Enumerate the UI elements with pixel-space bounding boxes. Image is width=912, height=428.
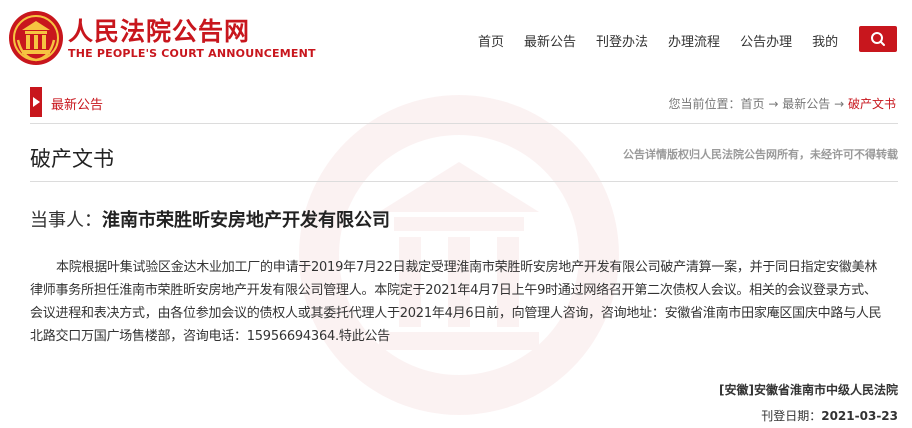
party-name: 淮南市荣胜昕安房地产开发有限公司 bbox=[102, 210, 390, 231]
party-line: 当事人：淮南市荣胜昕安房地产开发有限公司 bbox=[30, 206, 390, 232]
publish-date-label: 刊登日期： bbox=[761, 409, 822, 423]
divider bbox=[30, 123, 898, 124]
publish-date-value: 2021-03-23 bbox=[821, 409, 898, 423]
brand-name-cn[interactable]: 人民法院公告网 bbox=[68, 12, 250, 48]
breadcrumb: 您当前位置：首页 → 最新公告 → 破产文书 bbox=[669, 95, 897, 112]
nav-item-home[interactable]: 首页 bbox=[478, 31, 504, 50]
site-header: 人民法院公告网 THE PEOPLE'S COURT ANNOUNCEMENT … bbox=[0, 0, 912, 78]
breadcrumb-bar: 最新公告 您当前位置：首页 → 最新公告 → 破产文书 bbox=[30, 86, 896, 120]
breadcrumb-latest[interactable]: 最新公告 bbox=[782, 97, 830, 111]
nav-item-apply[interactable]: 公告办理 bbox=[740, 31, 792, 50]
nav-item-mine[interactable]: 我的 bbox=[812, 31, 838, 50]
search-icon bbox=[871, 32, 885, 46]
divider bbox=[30, 181, 898, 182]
emblem-watermark bbox=[299, 95, 619, 415]
breadcrumb-prefix: 您当前位置： bbox=[668, 97, 741, 111]
nav-item-publish-rules[interactable]: 刊登办法 bbox=[596, 31, 648, 50]
chevron-right-icon bbox=[33, 97, 40, 107]
brand-name-en: THE PEOPLE'S COURT ANNOUNCEMENT bbox=[68, 47, 316, 60]
court-emblem-icon[interactable] bbox=[8, 10, 64, 66]
section-title[interactable]: 最新公告 bbox=[51, 94, 103, 113]
nav-item-process[interactable]: 办理流程 bbox=[668, 31, 720, 50]
breadcrumb-current[interactable]: 破产文书 bbox=[848, 97, 896, 111]
page-title: 破产文书 bbox=[30, 147, 114, 171]
breadcrumb-separator: → bbox=[768, 97, 779, 111]
nav-item-latest[interactable]: 最新公告 bbox=[524, 31, 576, 50]
copyright-notice: 公告详情版权归人民法院公告网所有，未经许可不得转载 bbox=[623, 148, 898, 161]
party-label: 当事人： bbox=[30, 210, 102, 231]
main-nav: 首页 最新公告 刊登办法 办理流程 公告办理 我的 bbox=[478, 31, 838, 50]
breadcrumb-separator: → bbox=[834, 97, 845, 111]
publish-date: 刊登日期：2021-03-23 bbox=[761, 407, 898, 424]
search-button[interactable] bbox=[859, 26, 897, 52]
section-marker bbox=[30, 87, 42, 117]
issuing-court: [安徽]安徽省淮南市中级人民法院 bbox=[719, 383, 898, 397]
announcement-body: 本院根据叶集试验区金达木业加工厂的申请于2019年7月22日裁定受理淮南市荣胜昕… bbox=[30, 260, 882, 344]
breadcrumb-home[interactable]: 首页 bbox=[741, 97, 765, 111]
